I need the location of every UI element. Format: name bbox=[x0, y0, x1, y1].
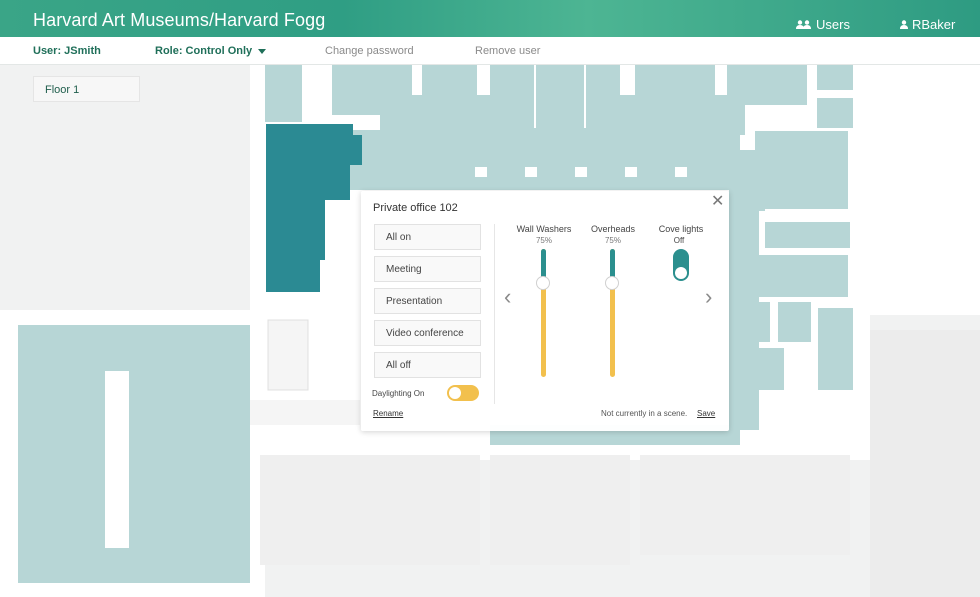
scene-video-conference-button[interactable]: Video conference bbox=[374, 320, 481, 346]
selected-user: User: JSmith bbox=[33, 45, 101, 57]
account-name: RBaker bbox=[912, 17, 956, 32]
chevron-right-icon[interactable]: › bbox=[705, 286, 712, 308]
zone-label-overheads: Overheads bbox=[590, 224, 636, 234]
scene-presentation-button[interactable]: Presentation bbox=[374, 288, 481, 314]
chevron-left-icon[interactable]: ‹ bbox=[504, 286, 511, 308]
users-link[interactable]: Users bbox=[796, 17, 850, 32]
overheads-slider[interactable] bbox=[605, 249, 619, 377]
floor-selector[interactable]: Floor 1 bbox=[33, 76, 140, 102]
users-label: Users bbox=[816, 17, 850, 32]
role-label: Role: Control Only bbox=[155, 45, 253, 57]
user-toolbar: User: JSmith Role: Control Only Change p… bbox=[0, 37, 980, 65]
chevron-down-icon bbox=[258, 48, 267, 54]
close-icon[interactable]: ✕ bbox=[711, 194, 724, 210]
toggle-knob bbox=[449, 387, 461, 399]
scene-meeting-button[interactable]: Meeting bbox=[374, 256, 481, 282]
scene-all-off-button[interactable]: All off bbox=[374, 352, 481, 378]
cove-lights-toggle[interactable] bbox=[673, 249, 689, 281]
save-scene-link[interactable]: Save bbox=[697, 409, 715, 418]
divider bbox=[494, 224, 495, 404]
room-control-popup: Private office 102 ✕ All on Meeting Pres… bbox=[361, 191, 729, 431]
zone-value-wall-washers: 75% bbox=[535, 236, 552, 245]
zone-value-cove-lights: Off bbox=[673, 236, 685, 245]
account-menu[interactable]: RBaker bbox=[900, 17, 955, 32]
room-west-gallery bbox=[18, 325, 250, 583]
users-icon bbox=[796, 17, 811, 32]
scene-all-on-button[interactable]: All on bbox=[374, 224, 481, 250]
role-dropdown[interactable]: Role: Control Only bbox=[155, 45, 267, 57]
daylighting-toggle[interactable] bbox=[447, 385, 479, 401]
toggle-knob bbox=[675, 267, 687, 279]
remove-user-link[interactable]: Remove user bbox=[475, 45, 540, 57]
zone-label-cove-lights: Cove lights bbox=[658, 224, 704, 234]
app-title: Harvard Art Museums/Harvard Fogg bbox=[33, 10, 326, 30]
scene-status: Not currently in a scene. bbox=[601, 409, 688, 418]
wall-washers-slider[interactable] bbox=[536, 249, 550, 377]
zone-label-wall-washers: Wall Washers bbox=[516, 224, 572, 234]
slider-handle[interactable] bbox=[536, 276, 550, 290]
room-title: Private office 102 bbox=[373, 202, 458, 214]
zone-value-overheads: 75% bbox=[604, 236, 621, 245]
change-password-link[interactable]: Change password bbox=[325, 45, 414, 57]
app-header: Harvard Art Museums/Harvard Fogg Users R… bbox=[0, 0, 980, 37]
slider-handle[interactable] bbox=[605, 276, 619, 290]
user-icon bbox=[900, 17, 908, 32]
rename-link[interactable]: Rename bbox=[373, 409, 403, 418]
daylighting-label: Daylighting On bbox=[372, 389, 425, 398]
